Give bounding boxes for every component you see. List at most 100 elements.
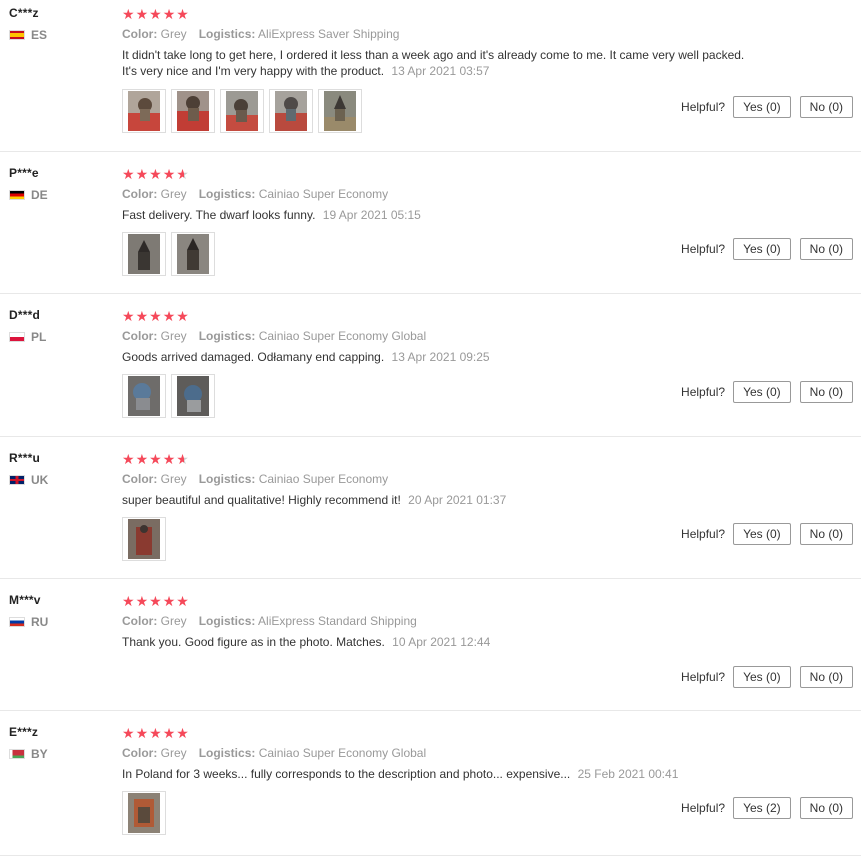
belarus-flag-icon	[9, 749, 25, 759]
helpful-controls: Helpful? Yes (2) No (0)	[681, 797, 853, 819]
helpful-no-button[interactable]: No (0)	[799, 96, 853, 118]
color-value: Grey	[160, 472, 187, 486]
star-icon: ★	[135, 451, 149, 467]
color-value: Grey	[160, 187, 187, 201]
review-photo[interactable]	[122, 374, 166, 418]
review-text: In Poland for 3 weeks... fully correspon…	[122, 766, 762, 782]
review-photos	[122, 517, 166, 561]
color-value: Grey	[160, 614, 187, 628]
star-icon: ★	[176, 6, 189, 22]
country-code: UK	[31, 473, 49, 487]
reviewer-name: P***e	[9, 166, 39, 180]
helpful-label: Helpful?	[681, 242, 726, 256]
review-body: In Poland for 3 weeks... fully correspon…	[122, 767, 571, 781]
review-photo[interactable]	[318, 89, 362, 133]
photo-image	[128, 91, 160, 131]
logistics-value: Cainiao Super Economy Global	[258, 746, 427, 760]
logistics-value: Cainiao Super Economy	[258, 187, 389, 201]
helpful-yes-button[interactable]: Yes (2)	[733, 797, 791, 819]
helpful-no-button[interactable]: No (0)	[799, 381, 853, 403]
review-item: P***e DE ★ ★ ★ ★ ★ Color: Grey Logistics: Cai…	[0, 152, 861, 294]
photo-image	[226, 91, 258, 131]
country-code: RU	[31, 615, 49, 629]
reviewer-country: ES	[9, 28, 47, 42]
logistics-label: Logistics:	[198, 187, 256, 201]
review-meta: Color: Grey Logistics: Cainiao Super Econ…	[122, 329, 851, 343]
reviewer-name: R***u	[9, 451, 41, 465]
reviewer-info: C***z ES	[9, 6, 47, 42]
star-icon: ★	[122, 6, 135, 22]
review-photo[interactable]	[122, 232, 166, 276]
star-icon: ★	[149, 166, 162, 182]
review-photo[interactable]	[269, 89, 313, 133]
review-content: ★ ★ ★ ★ ★ Color: Grey Logistics: Cainiao Supe…	[122, 166, 851, 223]
photo-image	[275, 91, 307, 131]
helpful-yes-button[interactable]: Yes (0)	[733, 523, 791, 545]
reviewer-country: RU	[9, 615, 48, 629]
color-label: Color:	[122, 746, 158, 760]
helpful-no-button[interactable]: No (0)	[799, 523, 853, 545]
star-icon: ★	[135, 308, 149, 324]
color-value: Grey	[160, 27, 187, 41]
review-photo[interactable]	[122, 517, 166, 561]
review-content: ★ ★ ★ ★ ★ Color: Grey Logistics: Cainiao Supe…	[122, 308, 851, 365]
photo-image	[177, 91, 209, 131]
review-item: C***z ES ★ ★ ★ ★ ★ Color: Grey Logistics: Ali…	[0, 0, 861, 152]
photo-image	[177, 234, 209, 274]
reviewer-info: E***z BY	[9, 725, 48, 761]
review-photo[interactable]	[122, 791, 166, 835]
review-text: Thank you. Good figure as in the photo. …	[122, 634, 762, 650]
helpful-no-button[interactable]: No (0)	[799, 797, 853, 819]
star-icon: ★	[135, 166, 149, 182]
star-icon: ★	[149, 6, 162, 22]
rating-stars: ★ ★ ★ ★ ★	[122, 725, 851, 741]
reviewer-info: M***v RU	[9, 593, 48, 629]
helpful-yes-button[interactable]: Yes (0)	[733, 96, 791, 118]
logistics-label: Logistics:	[198, 472, 256, 486]
star-icon: ★	[135, 593, 149, 609]
review-body: Thank you. Good figure as in the photo. …	[122, 635, 385, 649]
review-meta: Color: Grey Logistics: Cainiao Super Econ…	[122, 187, 851, 201]
review-photo[interactable]	[122, 89, 166, 133]
star-icon: ★	[149, 308, 162, 324]
review-photos	[122, 232, 215, 276]
reviewer-country: UK	[9, 473, 48, 487]
star-icon: ★	[162, 451, 176, 467]
review-photo[interactable]	[171, 232, 215, 276]
color-value: Grey	[160, 746, 187, 760]
helpful-controls: Helpful? Yes (0) No (0)	[681, 381, 853, 403]
review-date: 10 Apr 2021 12:44	[392, 635, 491, 649]
star-icon: ★	[135, 6, 149, 22]
russia-flag-icon	[9, 617, 25, 627]
helpful-yes-button[interactable]: Yes (0)	[733, 238, 791, 260]
review-text: Fast delivery. The dwarf looks funny. 19…	[122, 207, 762, 223]
helpful-yes-button[interactable]: Yes (0)	[733, 381, 791, 403]
color-label: Color:	[122, 27, 158, 41]
star-icon: ★	[162, 6, 176, 22]
country-code: ES	[31, 28, 48, 42]
reviewer-country: BY	[9, 747, 48, 761]
review-photo[interactable]	[220, 89, 264, 133]
helpful-controls: Helpful? Yes (0) No (0)	[681, 666, 853, 688]
helpful-yes-button[interactable]: Yes (0)	[733, 666, 791, 688]
review-content: ★ ★ ★ ★ ★ Color: Grey Logistics: AliExpress S…	[122, 6, 851, 79]
review-body: super beautiful and qualitative! Highly …	[122, 493, 401, 507]
review-photos	[122, 89, 362, 133]
review-text: It didn't take long to get here, I order…	[122, 47, 762, 79]
review-text: super beautiful and qualitative! Highly …	[122, 492, 762, 508]
review-date: 19 Apr 2021 05:15	[322, 208, 421, 222]
reviewer-info: R***u UK	[9, 451, 48, 487]
photo-image	[128, 519, 160, 559]
review-date: 13 Apr 2021 03:57	[391, 64, 490, 78]
helpful-controls: Helpful? Yes (0) No (0)	[681, 96, 853, 118]
helpful-no-button[interactable]: No (0)	[799, 666, 853, 688]
review-photo[interactable]	[171, 374, 215, 418]
review-content: ★ ★ ★ ★ ★ Color: Grey Logistics: Cainiao Supe…	[122, 725, 851, 782]
reviewer-country: DE	[9, 188, 48, 202]
review-photo[interactable]	[171, 89, 215, 133]
star-half-icon: ★	[176, 166, 189, 182]
helpful-controls: Helpful? Yes (0) No (0)	[681, 238, 853, 260]
review-item: M***v RU ★ ★ ★ ★ ★ Color: Grey Logistics: Ali…	[0, 579, 861, 711]
helpful-no-button[interactable]: No (0)	[799, 238, 853, 260]
star-icon: ★	[162, 308, 176, 324]
